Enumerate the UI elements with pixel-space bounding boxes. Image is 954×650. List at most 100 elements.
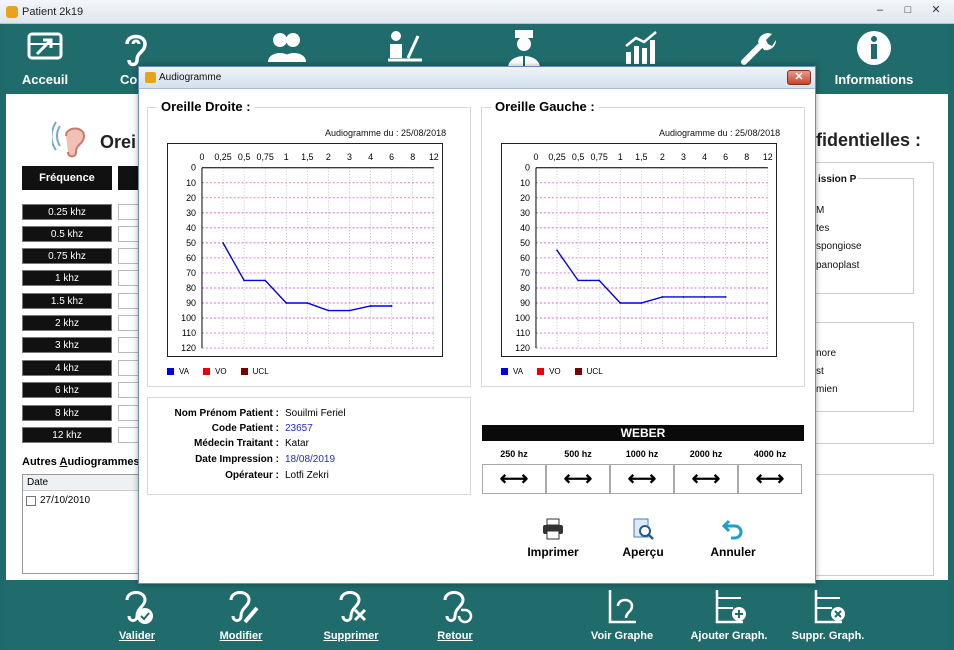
nav-informations-label: Informations: [834, 72, 914, 87]
info-label: Date Impression :: [195, 454, 279, 465]
frequency-input[interactable]: [118, 427, 140, 443]
weber-freq-label: 250 hz: [500, 449, 528, 459]
modifier-button[interactable]: Modifier: [208, 584, 274, 646]
y-tick-label: 10: [186, 178, 196, 188]
maximize-button[interactable]: □: [898, 4, 918, 18]
frequency-input[interactable]: [118, 226, 140, 242]
suppr-graph-button[interactable]: Suppr. Graph.: [788, 584, 868, 646]
data-point: [306, 302, 309, 304]
legend-item-ucl: UCL: [240, 367, 269, 376]
valider-label: Valider: [118, 630, 156, 642]
y-tick-label: 50: [520, 238, 530, 248]
data-point: [703, 296, 706, 298]
ear-delete-icon: [339, 591, 367, 622]
frequency-input[interactable]: [118, 360, 140, 376]
x-tick-label: 1,5: [301, 152, 313, 162]
weber-freq-label: 4000 hz: [753, 449, 787, 459]
confidential-option: panoplast: [816, 260, 860, 271]
left-ear-title: Oreille Gauche :: [491, 99, 599, 114]
data-point: [640, 302, 643, 304]
frequency-input[interactable]: [118, 293, 140, 309]
confidential-option: spongiose: [816, 241, 862, 252]
frequency-input[interactable]: [118, 382, 140, 398]
minimize-button[interactable]: –: [870, 4, 890, 18]
y-tick-label: 20: [520, 193, 530, 203]
data-point: [661, 296, 664, 298]
right-ear-title: Oreille Droite :: [157, 99, 255, 114]
series-line-va: [556, 250, 726, 304]
y-tick-label: 0: [525, 163, 530, 173]
x-tick-label: 8: [744, 152, 749, 162]
graph-add-icon: [715, 590, 746, 624]
y-tick-label: 40: [520, 223, 530, 233]
app-icon: [6, 6, 18, 18]
suppr-graph-label: Suppr. Graph.: [791, 630, 865, 642]
y-tick-label: 110: [516, 328, 530, 338]
x-tick-label: 6: [389, 152, 394, 162]
imprimer-button[interactable]: Imprimer: [513, 517, 593, 567]
frequency-label: 1 khz: [22, 270, 112, 286]
graph-view-icon: [608, 590, 636, 624]
right-ear-audiogram: 0 10 20 30 40 50 60 70 80 90 100 110 120 0 0,25 0,5 0,75…: [167, 143, 443, 357]
weber-cell-2000[interactable]: ⟷: [674, 464, 738, 494]
annuler-button[interactable]: Annuler: [693, 517, 773, 567]
legend-label-ucl: UCL: [586, 367, 603, 376]
weber-cell-500[interactable]: ⟷: [546, 464, 610, 494]
frequency-input[interactable]: [118, 405, 140, 421]
frequency-input[interactable]: [118, 204, 140, 220]
weber-cell-4000[interactable]: ⟷: [738, 464, 802, 494]
modifier-label: Modifier: [219, 630, 263, 642]
weber-header: WEBER: [482, 425, 804, 441]
frequency-input[interactable]: [118, 270, 140, 286]
x-tick-label: 4: [702, 152, 707, 162]
y-tick-label: 90: [520, 298, 530, 308]
confidential-section-title: fidentielles :: [816, 130, 922, 150]
other-audiograms-list[interactable]: Date 27/10/2010: [22, 474, 140, 574]
data-point: [369, 305, 372, 307]
x-tick-label: 1: [618, 152, 623, 162]
weber-cell-1000[interactable]: ⟷: [610, 464, 674, 494]
info-label: Nom Prénom Patient :: [174, 408, 279, 419]
supprimer-button[interactable]: Supprimer: [316, 584, 386, 646]
doctor-value: Katar: [285, 438, 309, 449]
nav-informations[interactable]: Informations: [824, 24, 924, 94]
retour-button[interactable]: Retour: [422, 584, 488, 646]
ajouter-graph-button[interactable]: Ajouter Graph.: [686, 584, 772, 646]
nav-accueil[interactable]: Acceuil: [10, 24, 80, 94]
double-arrow-icon: ⟷: [499, 468, 529, 490]
right-ear-legend: VA VO UCL: [167, 367, 269, 376]
left-ear-audiogram: 0 10 20 30 40 50 60 70 80 90 100 110 120 0 0,25 0,5 0,75…: [501, 143, 777, 357]
frequency-input[interactable]: [118, 315, 140, 331]
dialog-titlebar: Audiogramme ✕: [139, 67, 815, 89]
y-tick-label: 80: [186, 283, 196, 293]
valider-button[interactable]: Valider: [104, 584, 170, 646]
frequency-label: 6 khz: [22, 382, 112, 398]
wrench-icon: [741, 33, 777, 65]
x-tick-label: 0: [533, 152, 538, 162]
frequency-label: 2 khz: [22, 315, 112, 331]
supprimer-label: Supprimer: [323, 630, 379, 642]
frequency-input[interactable]: [118, 248, 140, 264]
weber-cell-250[interactable]: ⟷: [482, 464, 546, 494]
voir-graphe-button[interactable]: Voir Graphe: [584, 584, 660, 646]
dialog-close-button[interactable]: ✕: [787, 70, 811, 85]
ear-logo-icon: [52, 121, 86, 158]
legend-item-ucl: UCL: [574, 367, 603, 376]
preview-icon: [633, 518, 654, 540]
apercu-button[interactable]: Aperçu: [603, 517, 683, 567]
list-item-date: 27/10/2010: [40, 495, 91, 506]
frequency-header: Fréquence: [22, 166, 112, 190]
x-tick-label: 0,5: [572, 152, 584, 162]
legend-swatch-vo: [203, 368, 211, 375]
confidential-option: tes: [816, 223, 830, 234]
list-item[interactable]: 27/10/2010: [23, 491, 139, 510]
x-tick-label: 12: [763, 152, 773, 162]
row-checkbox[interactable]: [26, 495, 36, 506]
users-icon: [268, 33, 306, 62]
frequency-input[interactable]: [118, 337, 140, 353]
close-button[interactable]: ✕: [926, 4, 946, 18]
ajouter-graph-label: Ajouter Graph.: [690, 630, 768, 642]
x-tick-label: 0,25: [548, 152, 565, 162]
list-header-date[interactable]: Date: [23, 475, 139, 491]
frequency-label: 8 khz: [22, 405, 112, 421]
